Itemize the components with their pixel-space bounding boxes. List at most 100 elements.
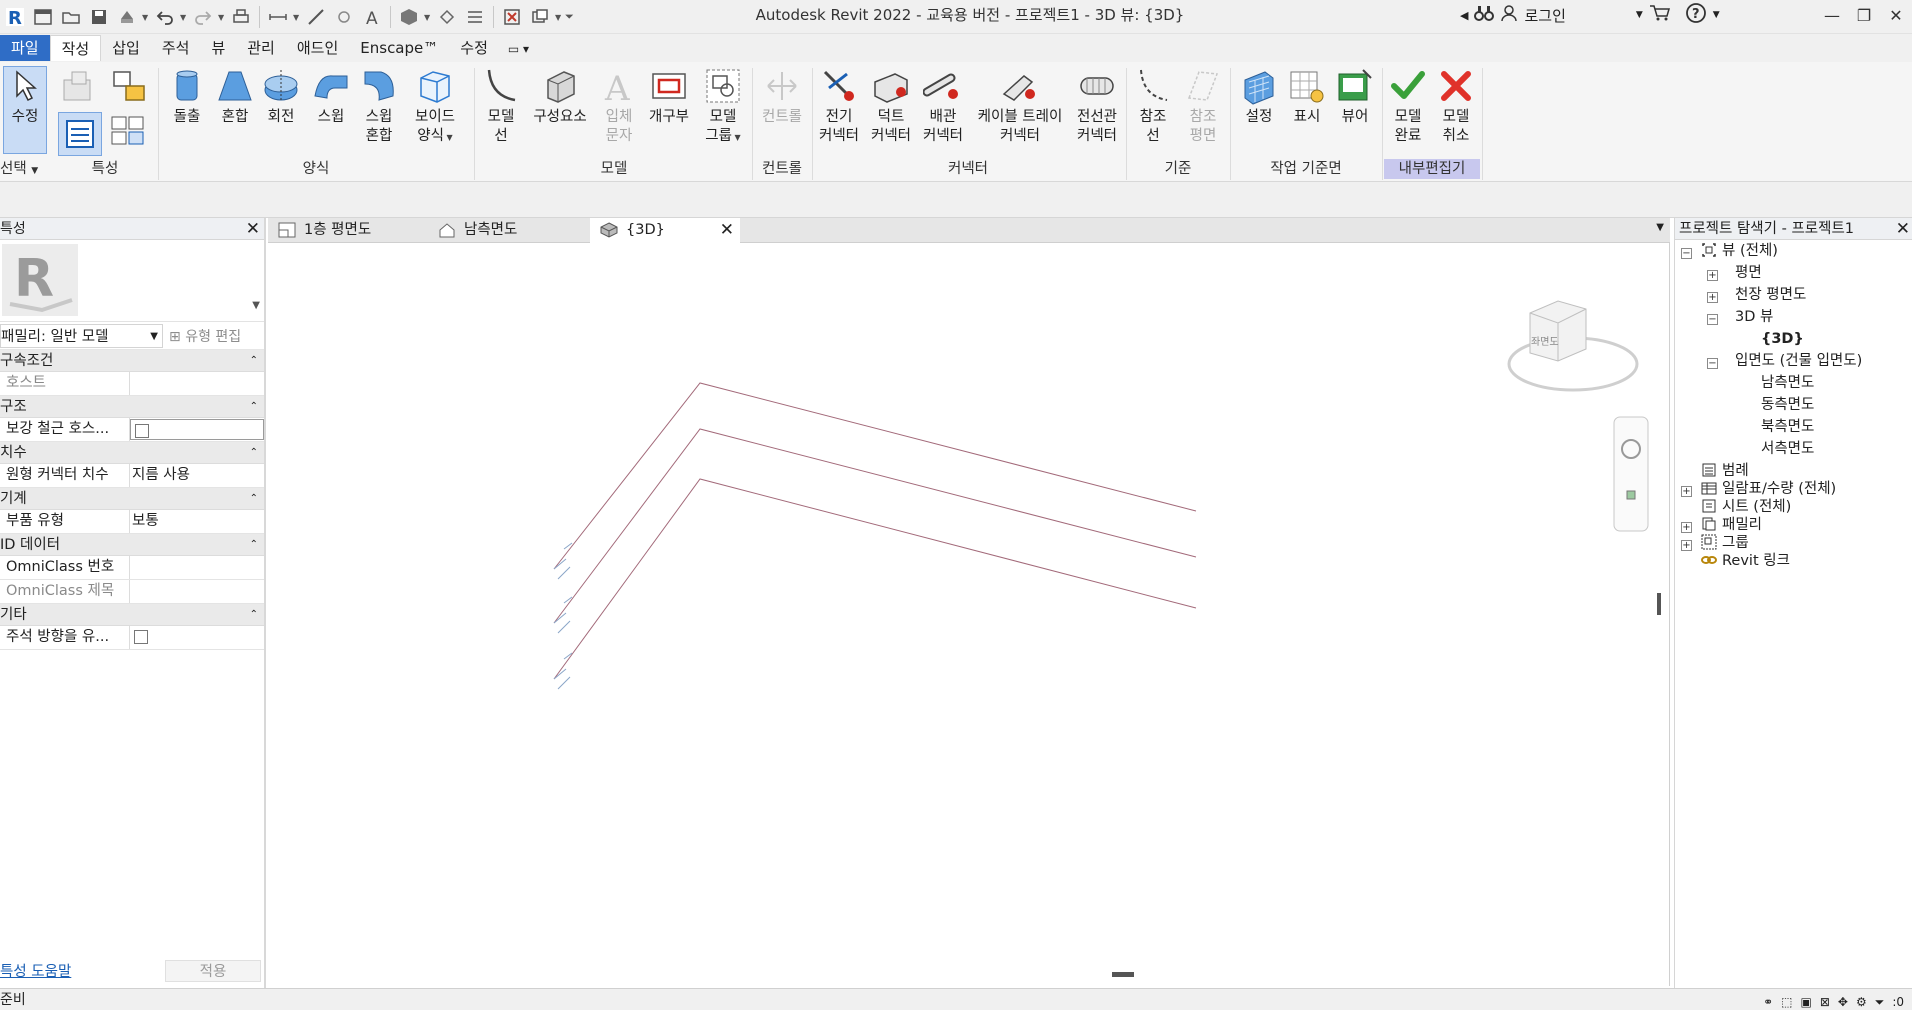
checkbox[interactable]: [134, 630, 148, 644]
family-types-button[interactable]: [106, 66, 150, 108]
tab-insert[interactable]: 삽입: [101, 35, 151, 61]
filter-icon[interactable]: ⏷: [1875, 991, 1885, 1010]
tab-annotate[interactable]: 주석: [151, 35, 201, 61]
property-value[interactable]: [130, 626, 264, 649]
property-value[interactable]: [130, 580, 264, 603]
tree-item-3d-active[interactable]: {3D}: [1761, 328, 1804, 350]
component-button[interactable]: 구성요소: [528, 66, 592, 127]
model-text-button[interactable]: A 입체 문자: [596, 66, 642, 146]
pipe-connector-button[interactable]: 배관 커넥터: [918, 66, 968, 146]
model-line-middle[interactable]: [553, 428, 1197, 624]
text-icon[interactable]: A: [359, 4, 385, 30]
home-icon[interactable]: [30, 4, 56, 30]
blend-button[interactable]: 혼합: [212, 66, 258, 127]
revit-logo-icon[interactable]: R: [2, 4, 28, 30]
chevron-left-icon[interactable]: ◀: [1460, 9, 1468, 22]
family-selector[interactable]: 패밀리: 일반 모델 ▼: [0, 323, 163, 348]
close-icon[interactable]: ✕: [1880, 0, 1912, 30]
swept-blend-button[interactable]: 스윕 혼합: [356, 66, 402, 146]
model-group-button[interactable]: 모델 그룹 ▼: [698, 66, 748, 147]
type-selector[interactable]: R ▼: [0, 240, 264, 322]
apply-button[interactable]: 적용: [165, 960, 261, 982]
tree-item-floor-plans[interactable]: 평면: [1735, 262, 1762, 284]
expand-icon[interactable]: +: [1681, 486, 1692, 497]
close-tab-icon[interactable]: ✕: [720, 218, 734, 242]
tree-item-revit-links[interactable]: Revit 링크: [1701, 550, 1790, 572]
reference-plane-button[interactable]: 참조 평면: [1180, 66, 1226, 146]
properties-help-link[interactable]: 특성 도움말: [0, 960, 71, 981]
sync-icon[interactable]: [114, 4, 140, 30]
drag-elements-icon[interactable]: ✥: [1838, 991, 1848, 1010]
model-line-button[interactable]: 모델 선: [478, 66, 524, 146]
modify-button[interactable]: 수정: [4, 66, 46, 127]
collapse-icon[interactable]: −: [1707, 314, 1718, 325]
viewcube-face-label[interactable]: 좌면도: [1531, 336, 1559, 348]
expand-icon[interactable]: +: [1707, 292, 1718, 303]
family-category-button[interactable]: [58, 66, 98, 108]
measure-dropdown-icon[interactable]: ▼: [293, 13, 301, 22]
opening-button[interactable]: 개구부: [644, 66, 694, 127]
expand-icon[interactable]: +: [1681, 540, 1692, 551]
3d-view-dropdown-icon[interactable]: ▼: [424, 13, 432, 22]
tab-enscape[interactable]: Enscape™: [349, 35, 449, 61]
property-value[interactable]: [130, 556, 264, 579]
tab-view[interactable]: 뷰: [200, 35, 236, 61]
property-group-header[interactable]: 기타 ⌃: [0, 604, 264, 626]
undo-icon[interactable]: [152, 4, 178, 30]
tab-manage[interactable]: 관리: [236, 35, 286, 61]
tab-floor-plan[interactable]: 1층 평면도: [268, 218, 428, 243]
tree-item-north-elevation[interactable]: 북측면도: [1761, 416, 1814, 438]
expand-icon[interactable]: +: [1707, 270, 1718, 281]
control-button[interactable]: 컨트롤: [754, 66, 810, 127]
close-icon[interactable]: ✕: [246, 218, 260, 240]
viewer-button[interactable]: 뷰어: [1332, 66, 1378, 127]
measure-icon[interactable]: [265, 4, 291, 30]
property-group-header[interactable]: 구조 ⌃: [0, 396, 264, 418]
tab-modify[interactable]: 수정: [449, 35, 499, 61]
section-icon[interactable]: [434, 4, 460, 30]
select-underlay-icon[interactable]: ⬚: [1781, 991, 1792, 1010]
tab-3d-view[interactable]: {3D} ✕: [590, 218, 740, 243]
customize-toolbar-icon[interactable]: ⏷: [565, 10, 579, 24]
tree-item-3d-views[interactable]: 3D 뷰: [1735, 306, 1773, 328]
property-group-header[interactable]: ID 데이터 ⌃: [0, 534, 264, 556]
close-hidden-icon[interactable]: [499, 4, 525, 30]
help-icon[interactable]: ?: [1685, 2, 1707, 28]
cart-icon[interactable]: [1649, 4, 1671, 26]
tree-item-views[interactable]: 뷰 (전체): [1701, 240, 1778, 262]
navigation-bar[interactable]: [1613, 416, 1649, 532]
dimension-icon[interactable]: [303, 4, 329, 30]
select-links-icon[interactable]: ⚭: [1763, 991, 1773, 1010]
restore-icon[interactable]: ❐: [1848, 0, 1880, 30]
show-work-plane-button[interactable]: 표시: [1284, 66, 1330, 127]
property-value[interactable]: 보통: [130, 510, 264, 533]
login-button[interactable]: 로그인: [1524, 5, 1565, 26]
property-value[interactable]: [130, 372, 264, 395]
sweep-button[interactable]: 스윕: [308, 66, 354, 127]
save-icon[interactable]: [86, 4, 112, 30]
type-dropdown-icon[interactable]: ▼: [252, 300, 260, 311]
print-icon[interactable]: [228, 4, 254, 30]
tree-item-west-elevation[interactable]: 서측면도: [1761, 438, 1814, 460]
collapse-icon[interactable]: −: [1707, 358, 1718, 369]
property-group-header[interactable]: 치수 ⌃: [0, 442, 264, 464]
expand-icon[interactable]: +: [1681, 522, 1692, 533]
tree-item-south-elevation[interactable]: 남측면도: [1761, 372, 1814, 394]
tab-file[interactable]: 파일: [0, 35, 50, 61]
cable-tray-connector-button[interactable]: 케이블 트레이 커넥터: [970, 66, 1070, 146]
ribbon-minimize-icon[interactable]: ▭ ▾: [508, 42, 529, 56]
select-dropdown[interactable]: 선택 ▼: [0, 159, 50, 179]
minimize-icon[interactable]: —: [1816, 0, 1848, 30]
select-pinned-icon[interactable]: ▣: [1800, 991, 1811, 1010]
background-process-icon[interactable]: ⚙: [1856, 991, 1867, 1010]
checkbox[interactable]: [135, 424, 149, 438]
family-editor-button[interactable]: [106, 112, 150, 156]
zoom-icon[interactable]: [1626, 490, 1636, 500]
horizontal-scrollbar-thumb[interactable]: [1112, 972, 1134, 977]
help-dropdown-icon[interactable]: ▼: [1713, 10, 1720, 20]
binoculars-icon[interactable]: [1474, 4, 1495, 26]
cancel-model-button[interactable]: 모델 취소: [1434, 66, 1478, 146]
property-value[interactable]: [130, 419, 264, 440]
properties-toggle-button[interactable]: [58, 112, 102, 156]
property-group-header[interactable]: 기계 ⌃: [0, 488, 264, 510]
